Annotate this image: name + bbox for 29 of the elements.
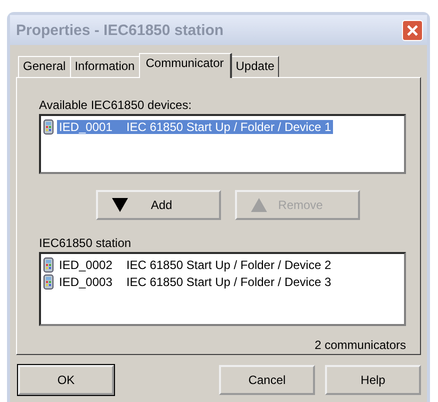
close-button[interactable]	[402, 20, 423, 40]
device-icon	[43, 274, 54, 290]
list-item[interactable]: IED_0002 IEC 61850 Start Up / Folder / Device 2	[43, 256, 402, 273]
device-list[interactable]: IED_0001 IEC 61850 Start Up / Folder / Device 1	[39, 114, 406, 174]
dialog-button[interactable]: OK	[18, 365, 114, 395]
close-icon	[406, 24, 419, 36]
list-label: IEC61850 station	[39, 236, 132, 252]
device-icon	[43, 256, 54, 272]
device-id: IED_0002	[59, 258, 112, 272]
device-path: IEC 61850 Start Up / Folder / Device 3	[126, 274, 332, 288]
tab[interactable]: General	[18, 56, 71, 77]
tab[interactable]: Communicator	[138, 53, 232, 78]
dialog-button[interactable]: Cancel	[219, 365, 315, 395]
device-path: IEC 61850 Start Up / Folder / Device 1	[126, 120, 332, 134]
up-triangle-icon	[251, 198, 267, 212]
device-icon	[43, 118, 54, 134]
list-label: Available IEC61850 devices:	[39, 98, 193, 114]
device-path: IEC 61850 Start Up / Folder / Device 2	[126, 258, 332, 272]
window-title: Properties - IEC61850 station	[16, 22, 224, 38]
device-id: IED_0001	[59, 120, 112, 134]
dialog-button[interactable]: Help	[325, 365, 421, 395]
device-id: IED_0003	[59, 274, 112, 288]
add-button[interactable]: Add	[96, 190, 221, 220]
tab[interactable]: Update	[230, 56, 280, 77]
device-list[interactable]: IED_0002 IEC 61850 Start Up / Folder / Device 2 IED_0003 IEC 61850 Start Up / Folder / Device 3	[39, 252, 406, 326]
tab[interactable]: Information	[70, 56, 140, 77]
down-triangle-icon	[112, 198, 128, 212]
count-label: 2 communicators	[314, 338, 406, 352]
list-item[interactable]: IED_0003 IEC 61850 Start Up / Folder / Device 3	[43, 273, 402, 290]
